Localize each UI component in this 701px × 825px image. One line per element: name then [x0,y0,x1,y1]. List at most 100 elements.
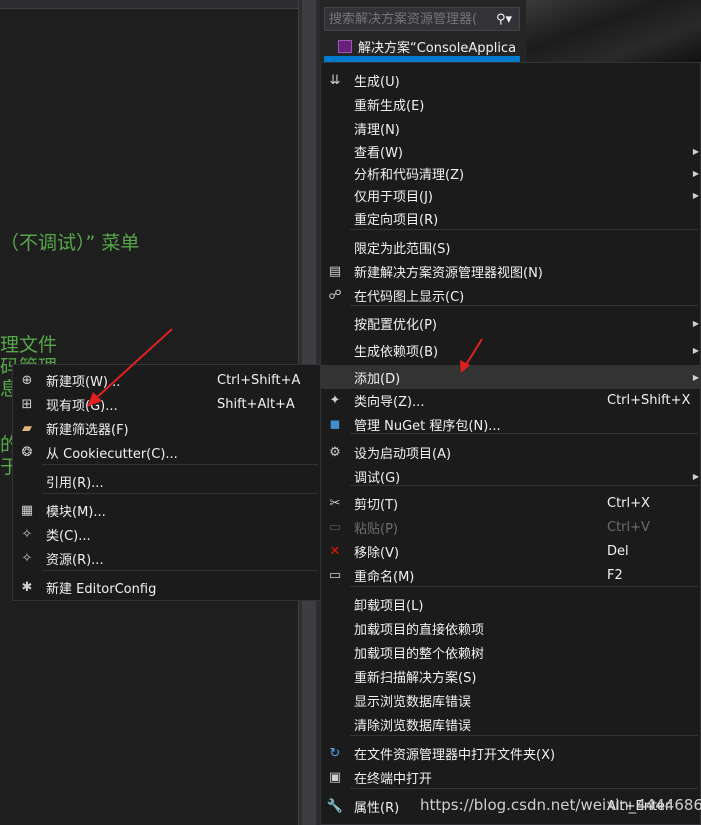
menu-item-label: 仅用于项目(J) [354,189,433,205]
project-context-menu: ⇊ 生成(U) 重新生成(E) 清理(N) 查看(W) ▶ 分析和代码清理(Z) ▶ 仅用于项目… [320,62,701,825]
submenu-arrow-icon: ▶ [692,345,699,355]
background-image [526,0,701,62]
menu-item-25[interactable]: 重新扫描解决方案(S) [321,664,700,688]
menu-item-7[interactable]: 重定向项目(R) [321,206,700,230]
solution-explorer-search[interactable]: ⚲▾ [324,7,520,31]
menu-item-21[interactable]: ▭ 重命名(M) F2 [321,563,700,587]
menu-item-17[interactable]: 调试(G) ▶ [321,464,700,488]
menu-item-label: 模块(M)... [46,504,106,520]
cookiecutter-icon: ❂ [21,444,33,460]
menu-item-20[interactable]: ✕ 移除(V) Del [321,539,700,563]
menu-item-label: 分析和代码清理(Z) [354,167,465,183]
submenu-arrow-icon: ▶ [692,168,699,178]
new-view-icon: ▤ [328,263,342,279]
menu-item-4[interactable]: 查看(W) ▶ [321,139,700,163]
submenu-arrow-icon: ▶ [692,318,699,328]
menu-item-label: 类(C)... [46,528,91,544]
menu-item-27[interactable]: 清除浏览数据库错误 [321,712,700,736]
remove-icon: ✕ [329,543,341,559]
submenu-arrow-icon: ▶ [692,190,699,200]
menu-item-14[interactable]: ✦ 类向导(Z)... Ctrl+Shift+X [321,388,700,412]
new-filter-icon: ▰ [22,420,32,436]
menu-item-label: 资源(R)... [46,552,104,568]
module-icon: ▦ [20,502,34,518]
menu-item-label: 卸载项目(L) [354,598,424,614]
menu-item-label: 添加(D) [354,371,401,387]
menu-item-2[interactable]: 重新生成(E) [321,92,700,116]
menu-item-shortcut: Del [607,543,629,559]
menu-item-5[interactable]: 引用(R)... [13,469,320,493]
menu-item-18[interactable]: ✂ 剪切(T) Ctrl+X [321,491,700,515]
menu-item-7[interactable]: ✧ 类(C)... [13,522,320,546]
menu-item-19: ▭ 粘贴(P) Ctrl+V [321,515,700,539]
menu-item-11[interactable]: 按配置优化(P) ▶ [321,311,700,335]
menu-item-label: 新建解决方案资源管理器视图(N) [354,265,543,281]
annotation-arrow-existing-item [87,328,173,407]
menu-item-26[interactable]: 显示浏览数据库错误 [321,688,700,712]
menu-item-label: 生成依赖项(B) [354,344,439,360]
menu-item-label: 粘贴(P) [354,521,398,537]
submenu-arrow-icon: ▶ [692,471,699,481]
menu-item-15[interactable]: ◼ 管理 NuGet 程序包(N)... [321,412,700,436]
search-icon[interactable]: ⚲▾ [493,12,515,27]
menu-item-label: 清除浏览数据库错误 [354,718,472,734]
annotation-arrow-add [460,338,483,373]
menu-item-label: 引用(R)... [46,475,104,491]
menu-item-8[interactable]: ✧ 资源(R)... [13,546,320,570]
menu-item-label: 重定向项目(R) [354,212,439,228]
menu-item-9[interactable]: ▤ 新建解决方案资源管理器视图(N) [321,259,700,283]
menu-item-label: 重新生成(E) [354,98,425,114]
menu-item-label: 按配置优化(P) [354,317,437,333]
menu-item-label: 生成(U) [354,74,400,90]
menu-item-label: 管理 NuGet 程序包(N)... [354,418,501,434]
menu-item-label: 重命名(M) [354,569,415,585]
menu-item-3[interactable]: ▰ 新建筛选器(F) [13,416,320,440]
editorconfig-icon: ✱ [21,579,33,595]
menu-item-shortcut: F2 [607,567,623,583]
submenu-arrow-icon: ▶ [692,372,699,382]
menu-item-1[interactable]: ⇊ 生成(U) [321,68,700,92]
menu-item-6[interactable]: ▦ 模块(M)... [13,498,320,522]
menu-item-24[interactable]: 加载项目的整个依赖树 [321,640,700,664]
paste-icon: ▭ [328,519,342,535]
menu-item-16[interactable]: ⚙ 设为启动项目(A) [321,440,700,464]
menu-separator [42,570,318,571]
menu-item-9[interactable]: ✱ 新建 EditorConfig [13,575,320,599]
menu-item-13[interactable]: 添加(D) ▶ [321,365,700,389]
menu-item-12[interactable]: 生成依赖项(B) ▶ [321,338,700,362]
menu-item-8[interactable]: 限定为此范围(S) [321,235,700,259]
menu-item-6[interactable]: 仅用于项目(J) ▶ [321,183,700,207]
menu-item-23[interactable]: 加载项目的直接依赖项 [321,616,700,640]
menu-separator [42,493,318,494]
menu-item-label: 调试(G) [354,470,401,486]
comment-line: 理文件 [0,334,58,356]
solution-root-item[interactable]: 解决方案“ConsoleApplica [338,36,522,56]
menu-item-3[interactable]: 清理(N) [321,116,700,140]
menu-item-22[interactable]: 卸载项目(L) [321,592,700,616]
terminal-icon: ▣ [328,769,342,785]
menu-item-28[interactable]: ↻ 在文件资源管理器中打开文件夹(X) [321,741,700,765]
menu-item-label: 加载项目的整个依赖树 [354,646,485,662]
class-wizard-icon: ✦ [329,392,341,408]
menu-item-label: 限定为此范围(S) [354,241,451,257]
menu-item-label: 新建 EditorConfig [46,581,157,597]
menu-item-label: 在代码图上显示(C) [354,289,465,305]
menu-item-5[interactable]: 分析和代码清理(Z) ▶ [321,161,700,185]
menu-item-shortcut: Ctrl+Shift+A [217,372,301,388]
menu-item-label: 类向导(Z)... [354,394,425,410]
search-input[interactable] [325,11,493,27]
nuget-icon: ◼ [329,416,341,432]
menu-item-label: 移除(V) [354,545,400,561]
menu-item-10[interactable]: ☍ 在代码图上显示(C) [321,283,700,307]
menu-item-label: 在终端中打开 [354,771,433,787]
menu-item-label: 加载项目的直接依赖项 [354,622,485,638]
menu-item-4[interactable]: ❂ 从 Cookiecutter(C)... [13,440,320,464]
menu-item-label: 查看(W) [354,145,403,161]
submenu-arrow-icon: ▶ [692,146,699,156]
build-icon: ⇊ [329,72,341,88]
menu-item-29[interactable]: ▣ 在终端中打开 [321,765,700,789]
menu-item-shortcut: Ctrl+V [607,519,650,535]
rename-icon: ▭ [328,567,342,583]
menu-item-label: 清理(N) [354,122,400,138]
resource-icon: ✧ [21,550,33,566]
